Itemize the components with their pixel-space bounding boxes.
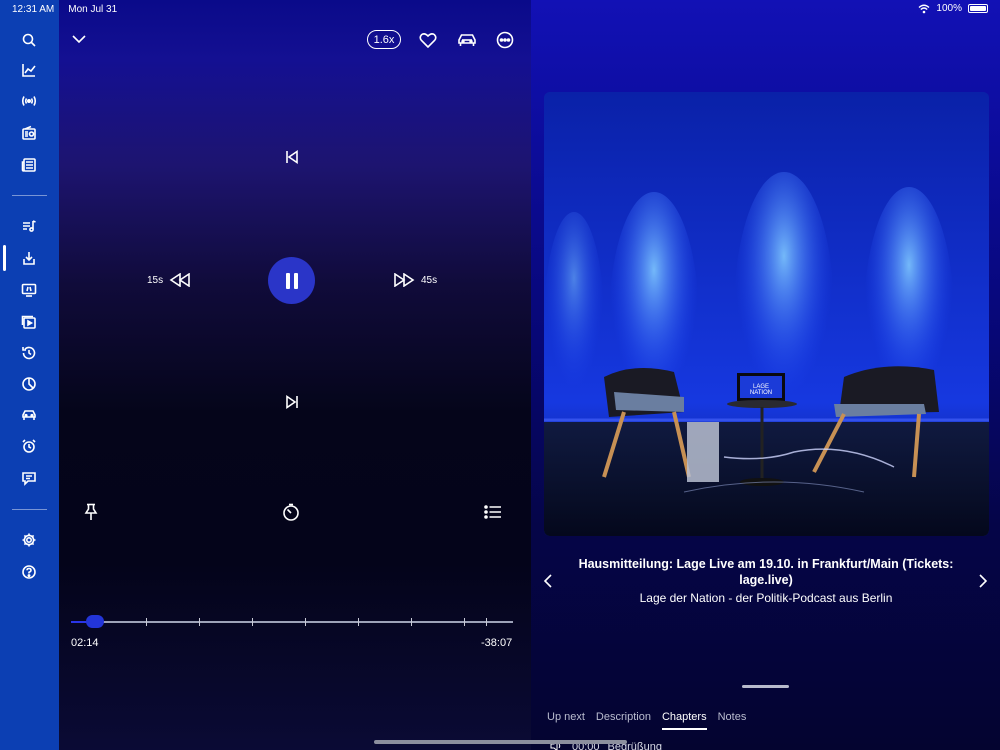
chat-icon[interactable]: [18, 467, 40, 489]
pause-button[interactable]: [268, 257, 315, 304]
tab-notes[interactable]: Notes: [718, 711, 747, 730]
chapter-marker: [358, 618, 360, 626]
chapter-marker: [305, 618, 307, 626]
fast-forward-icon[interactable]: [391, 270, 417, 290]
progress-thumb[interactable]: [86, 615, 105, 628]
car-mode-icon[interactable]: [455, 30, 479, 50]
sidebar-divider: [12, 195, 47, 196]
tab-chapters[interactable]: Chapters: [661, 711, 707, 730]
radio-icon[interactable]: [18, 122, 40, 144]
search-icon[interactable]: [18, 29, 40, 51]
chapter-marker: [411, 618, 413, 626]
alarm-icon[interactable]: [18, 435, 40, 457]
status-time: 12:31 AM: [12, 3, 55, 15]
download-icon[interactable]: [18, 247, 40, 269]
battery-percent: 100%: [936, 3, 962, 14]
chapter-marker: [146, 618, 148, 626]
heart-icon[interactable]: [418, 30, 438, 50]
episode-tabs: Up next Description Chapters Notes: [547, 711, 746, 730]
skip-forward-label: 45s: [421, 275, 438, 286]
previous-chapter-icon[interactable]: [283, 148, 301, 166]
episode-title: Hausmitteilung: Lage Live am 19.10. in F…: [578, 557, 954, 587]
pause-icon: [293, 272, 298, 289]
battery-icon: [968, 4, 988, 13]
chapter-marker: [199, 618, 201, 626]
video-icon[interactable]: [18, 311, 40, 333]
skip-back-label: 15s: [147, 275, 164, 286]
wifi-icon: [918, 4, 930, 13]
chapters-list-icon[interactable]: [483, 502, 503, 522]
remaining-time: -38:07: [481, 637, 513, 649]
episode-artwork: LAGE NATION: [544, 92, 989, 536]
sleep-timer-icon[interactable]: [281, 502, 301, 522]
rewind-icon[interactable]: [167, 270, 193, 290]
playback-speed-button[interactable]: 1.6x: [367, 30, 401, 49]
next-episode-chevron-icon[interactable]: [975, 572, 991, 590]
sheet-grabber[interactable]: [742, 685, 789, 688]
pause-icon: [285, 272, 290, 289]
playlist-icon[interactable]: [18, 215, 40, 237]
pie-chart-icon[interactable]: [18, 373, 40, 395]
tab-description[interactable]: Description: [596, 711, 651, 730]
status-date: Mon Jul 31: [68, 3, 118, 15]
progress-slider[interactable]: [71, 615, 513, 628]
collapse-chevron-down-icon[interactable]: [69, 29, 89, 49]
chapter-marker: [464, 618, 466, 626]
tab-up-next[interactable]: Up next: [547, 711, 585, 730]
help-icon[interactable]: [18, 561, 40, 583]
home-indicator: [374, 740, 627, 744]
artwork-laptop-logo: NATION: [750, 390, 772, 396]
sidebar-active-indicator: [3, 245, 6, 271]
screen-icon[interactable]: [18, 279, 40, 301]
podcast-name[interactable]: Lage der Nation - der Politik-Podcast au…: [570, 591, 962, 605]
broadcast-icon[interactable]: [18, 90, 40, 112]
gear-icon[interactable]: [18, 529, 40, 551]
player-panel: [59, 0, 531, 750]
chapter-marker: [252, 618, 254, 626]
history-icon[interactable]: [18, 342, 40, 364]
chapter-marker: [486, 618, 488, 626]
previous-episode-chevron-icon[interactable]: [540, 572, 556, 590]
status-bar: 12:31 AM Mon Jul 31 100%: [0, 0, 1000, 18]
chart-icon[interactable]: [18, 59, 40, 81]
newspaper-icon[interactable]: [18, 154, 40, 176]
sidebar: [0, 0, 59, 750]
pin-icon[interactable]: [81, 502, 101, 522]
sidebar-divider: [12, 509, 47, 510]
artwork-stage-image: LAGE NATION: [544, 92, 989, 536]
elapsed-time: 02:14: [71, 637, 99, 649]
status-right: 100%: [918, 3, 988, 14]
next-chapter-icon[interactable]: [283, 393, 301, 411]
car-icon[interactable]: [18, 404, 40, 426]
more-options-icon[interactable]: [495, 30, 515, 50]
